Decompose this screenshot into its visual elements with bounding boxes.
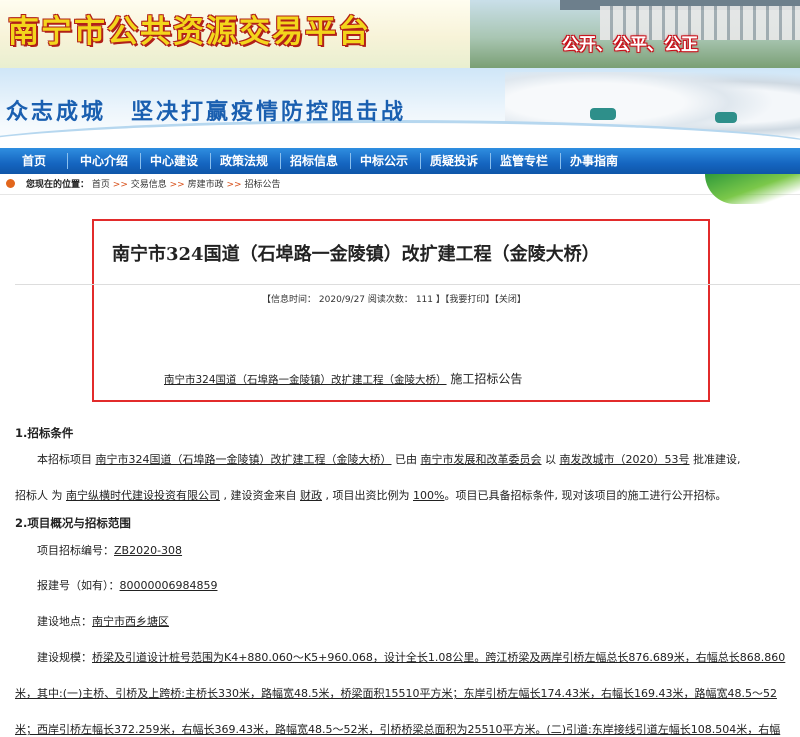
notice-subtitle: 南宁市324国道（石埠路一金陵镇）改扩建工程（金陵大桥） 施工招标公告 (164, 370, 522, 387)
site-title: 南宁市公共资源交易平台 (8, 14, 371, 50)
field-line: 建设规模：桥梁及引道设计桩号范围为K4+880.060～K5+960.068，设… (37, 649, 785, 665)
nav-item-complaints[interactable]: 质疑投诉 (430, 148, 478, 174)
breadcrumb-label: 您现在的位置： (26, 180, 90, 190)
breadcrumb-separator: >> (226, 180, 242, 190)
text: , 项目出资比例为 (322, 489, 413, 502)
scale-text: 桥梁及引道设计桩号范围为K4+880.060～K5+960.068，设计全长1.… (92, 651, 786, 664)
info-time-label: 【信息时间： (262, 295, 317, 305)
nav-item-supervision[interactable]: 监管专栏 (500, 148, 548, 174)
nav-divider (140, 153, 141, 169)
nav-divider (490, 153, 491, 169)
breadcrumb-separator: >> (112, 180, 128, 190)
field-line: 报建号（如有）：80000006984859 (37, 577, 217, 593)
field-line: 建设地点：南宁市西乡塘区 (37, 613, 169, 629)
paragraph-line: 米，其中:(一)主桥、引桥及上跨桥:主桥长330米，路幅宽48.5米，桥梁面积1… (15, 685, 777, 701)
field-label: 报建号（如有）： (37, 579, 120, 592)
header-banner: 南宁市公共资源交易平台 公开、公平、公正 (0, 0, 800, 68)
location-icon (6, 179, 15, 188)
nav-divider (280, 153, 281, 169)
field-line: 项目招标编号：ZB2020-308 (37, 542, 182, 558)
nav-divider (67, 153, 68, 169)
text: 本招标项目 (37, 453, 96, 466)
nav-divider (560, 153, 561, 169)
nav-item-center-intro[interactable]: 中心介绍 (80, 148, 128, 174)
field-label: 建设规模： (37, 651, 92, 664)
project-code: ZB2020-308 (114, 544, 183, 557)
breadcrumb-construction[interactable]: 房建市政 (188, 180, 224, 190)
nav-item-service-guide[interactable]: 办事指南 (570, 148, 618, 174)
nav-item-home[interactable]: 首页 (22, 148, 46, 174)
text: 招标人 为 (15, 489, 66, 502)
breadcrumb-separator: >> (169, 180, 185, 190)
nav-divider (420, 153, 421, 169)
article-meta: 【信息时间： 2020/9/27 阅读次数： 111 】【我要打印】【关闭】 (262, 292, 526, 305)
print-link[interactable]: 【我要打印】 (445, 295, 495, 305)
project-name: 南宁市324国道（石埠路一金陵镇）改扩建工程（金陵大桥） (95, 453, 392, 466)
subtitle-project: 南宁市324国道（石埠路一金陵镇）改扩建工程（金陵大桥） (164, 374, 447, 386)
title-divider (15, 284, 800, 285)
campaign-slogan: 众志成城 坚决打赢疫情防控阻击战 (6, 99, 407, 125)
report-number: 80000006984859 (119, 579, 218, 592)
nav-item-tender-info[interactable]: 招标信息 (290, 148, 338, 174)
text: 批准建设, (689, 453, 741, 466)
nav-item-award-notice[interactable]: 中标公示 (360, 148, 408, 174)
close-link[interactable]: 【关闭】 (494, 295, 526, 305)
main-nav: 首页 中心介绍 中心建设 政策法规 招标信息 中标公示 质疑投诉 监管专栏 办事… (0, 148, 800, 174)
text: , 建设资金来自 (220, 489, 300, 502)
scale-text: 米，其中:(一)主桥、引桥及上跨桥:主桥长330米，路幅宽48.5米，桥梁面积1… (15, 687, 777, 700)
text: 已由 (391, 453, 421, 466)
mask-shape (715, 112, 737, 123)
nav-divider (350, 153, 351, 169)
subtitle-suffix: 施工招标公告 (446, 372, 523, 386)
breadcrumb-bar: 您现在的位置： 首页 >> 交易信息 >> 房建市政 >> 招标公告 (0, 174, 800, 195)
text: 以 (541, 453, 560, 466)
paragraph-line: 招标人 为 南宁纵横时代建设投资有限公司 , 建设资金来自 财政 , 项目出资比… (15, 487, 726, 503)
tenderer: 南宁纵横时代建设投资有限公司 (66, 489, 220, 502)
field-label: 建设地点： (37, 615, 92, 628)
nav-item-policy[interactable]: 政策法规 (220, 148, 268, 174)
approver: 南宁市发展和改革委员会 (420, 453, 542, 466)
fund-ratio: 100% (413, 489, 445, 502)
breadcrumb-trade-info[interactable]: 交易信息 (131, 180, 167, 190)
site-slogan: 公开、公平、公正 (562, 35, 698, 55)
paragraph-line: 米；西岸引桥左幅长372.259米，右幅长369.43米，路幅宽48.5～52米… (15, 721, 780, 737)
read-count-label: 阅读次数： (367, 295, 413, 305)
mask-shape (590, 108, 616, 120)
nav-item-center-building[interactable]: 中心建设 (150, 148, 198, 174)
breadcrumb-home[interactable]: 首页 (92, 180, 110, 190)
section-heading: 2.项目概况与招标范围 (15, 516, 131, 530)
info-time: 2020/9/27 (318, 295, 366, 305)
text: 。项目已具备招标条件, 现对该项目的施工进行公开招标。 (444, 489, 727, 502)
section-heading: 1.招标条件 (15, 426, 74, 440)
article-title: 南宁市324国道（石埠路一金陵镇）改扩建工程（金陵大桥） (112, 244, 600, 265)
construction-site: 南宁市西乡塘区 (92, 615, 169, 628)
approval-doc: 南发改城市（2020）53号 (559, 453, 690, 466)
breadcrumb-tender-notice[interactable]: 招标公告 (244, 180, 280, 190)
meta-close-bracket: 】 (435, 295, 445, 305)
read-count: 111 (415, 295, 433, 305)
nav-divider (210, 153, 211, 169)
field-label: 项目招标编号： (37, 544, 114, 557)
leaf-decoration (705, 174, 800, 204)
paragraph-line: 本招标项目 南宁市324国道（石埠路一金陵镇）改扩建工程（金陵大桥） 已由 南宁… (37, 451, 741, 467)
breadcrumb: 您现在的位置： 首页 >> 交易信息 >> 房建市政 >> 招标公告 (26, 177, 280, 190)
fund-source: 财政 (300, 489, 322, 502)
campaign-banner: 众志成城 坚决打赢疫情防控阻击战 (0, 68, 800, 148)
